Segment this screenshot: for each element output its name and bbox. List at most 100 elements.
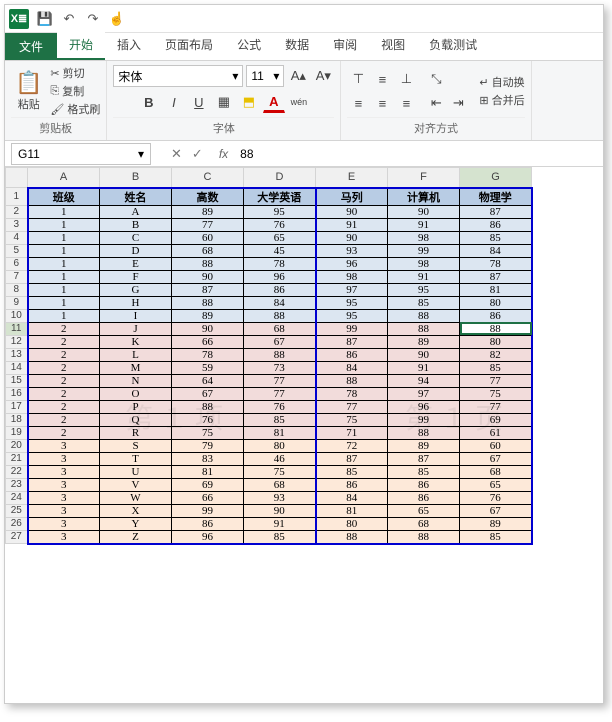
- cell[interactable]: 90: [316, 231, 388, 244]
- formula-bar[interactable]: 88: [236, 147, 603, 161]
- column-header[interactable]: B: [100, 168, 172, 188]
- cell[interactable]: 3: [28, 517, 100, 530]
- cell[interactable]: 97: [316, 283, 388, 296]
- cell[interactable]: S: [100, 439, 172, 452]
- cell[interactable]: N: [100, 374, 172, 387]
- cell[interactable]: 1: [28, 205, 100, 218]
- align-right-button[interactable]: ≡: [395, 92, 417, 114]
- name-box[interactable]: G11▾: [11, 143, 151, 165]
- undo-icon[interactable]: ↶: [61, 11, 77, 27]
- cell[interactable]: 2: [28, 348, 100, 361]
- cell[interactable]: 89: [388, 439, 460, 452]
- column-header[interactable]: F: [388, 168, 460, 188]
- cell[interactable]: A: [100, 205, 172, 218]
- cell[interactable]: 98: [388, 231, 460, 244]
- tab-file[interactable]: 文件: [5, 33, 57, 60]
- cell[interactable]: R: [100, 426, 172, 439]
- cell[interactable]: 95: [244, 205, 316, 218]
- row-header[interactable]: 19: [6, 426, 28, 439]
- cell[interactable]: 87: [460, 205, 532, 218]
- tab-插入[interactable]: 插入: [105, 31, 153, 60]
- cell[interactable]: 64: [172, 374, 244, 387]
- cell[interactable]: 87: [316, 452, 388, 465]
- cell[interactable]: 87: [460, 270, 532, 283]
- cell[interactable]: 61: [460, 426, 532, 439]
- cell[interactable]: 68: [388, 517, 460, 530]
- cell[interactable]: 75: [460, 387, 532, 400]
- cell[interactable]: 99: [388, 413, 460, 426]
- cell[interactable]: 88: [388, 530, 460, 544]
- cell[interactable]: D: [100, 244, 172, 257]
- row-header[interactable]: 16: [6, 387, 28, 400]
- cell[interactable]: 96: [388, 400, 460, 413]
- tab-页面布局[interactable]: 页面布局: [153, 31, 225, 60]
- cell[interactable]: 84: [244, 296, 316, 309]
- cell[interactable]: 67: [460, 504, 532, 517]
- cell[interactable]: 81: [316, 504, 388, 517]
- cell[interactable]: 46: [244, 452, 316, 465]
- cell[interactable]: 68: [244, 322, 316, 335]
- align-bottom-button[interactable]: ⊥: [395, 68, 417, 90]
- select-all-corner[interactable]: [6, 168, 28, 188]
- cell[interactable]: 3: [28, 504, 100, 517]
- column-header[interactable]: G: [460, 168, 532, 188]
- cell[interactable]: 65: [388, 504, 460, 517]
- cell[interactable]: 86: [388, 478, 460, 491]
- cell[interactable]: 88: [388, 426, 460, 439]
- row-header[interactable]: 11: [6, 322, 28, 335]
- row-header[interactable]: 22: [6, 465, 28, 478]
- cell[interactable]: 88: [316, 374, 388, 387]
- header-cell[interactable]: 马列: [316, 188, 388, 206]
- row-header[interactable]: 17: [6, 400, 28, 413]
- header-cell[interactable]: 物理学: [460, 188, 532, 206]
- cell[interactable]: 1: [28, 257, 100, 270]
- cell[interactable]: 96: [316, 257, 388, 270]
- cell[interactable]: 3: [28, 452, 100, 465]
- cell[interactable]: 77: [460, 400, 532, 413]
- tab-数据[interactable]: 数据: [273, 31, 321, 60]
- cell[interactable]: 71: [316, 426, 388, 439]
- cell[interactable]: 93: [316, 244, 388, 257]
- align-left-button[interactable]: ≡: [347, 92, 369, 114]
- cell[interactable]: 88: [172, 400, 244, 413]
- cell[interactable]: Y: [100, 517, 172, 530]
- cell[interactable]: 91: [388, 218, 460, 231]
- cell[interactable]: 3: [28, 530, 100, 544]
- column-header[interactable]: C: [172, 168, 244, 188]
- row-header[interactable]: 6: [6, 257, 28, 270]
- cell[interactable]: 1: [28, 283, 100, 296]
- cell[interactable]: 99: [172, 504, 244, 517]
- cell[interactable]: 89: [460, 517, 532, 530]
- cell[interactable]: 59: [172, 361, 244, 374]
- cell[interactable]: C: [100, 231, 172, 244]
- cell[interactable]: 82: [460, 348, 532, 361]
- cell[interactable]: 83: [172, 452, 244, 465]
- header-cell[interactable]: 姓名: [100, 188, 172, 206]
- cell[interactable]: 68: [244, 478, 316, 491]
- cell[interactable]: 65: [460, 478, 532, 491]
- align-middle-button[interactable]: ≡: [371, 68, 393, 90]
- cell[interactable]: 89: [172, 205, 244, 218]
- cell[interactable]: 2: [28, 335, 100, 348]
- cell[interactable]: 67: [460, 452, 532, 465]
- cell[interactable]: 78: [316, 387, 388, 400]
- cell[interactable]: 65: [244, 231, 316, 244]
- cell[interactable]: 95: [388, 283, 460, 296]
- cell[interactable]: 84: [316, 491, 388, 504]
- cell[interactable]: 89: [172, 309, 244, 322]
- cell[interactable]: 75: [244, 465, 316, 478]
- cell[interactable]: 2: [28, 426, 100, 439]
- orientation-button[interactable]: ⤡: [425, 68, 447, 90]
- row-header[interactable]: 25: [6, 504, 28, 517]
- cell[interactable]: I: [100, 309, 172, 322]
- merge-cells-button[interactable]: ⊞合并后: [479, 92, 524, 108]
- cell[interactable]: 2: [28, 413, 100, 426]
- cell[interactable]: 95: [316, 309, 388, 322]
- underline-button[interactable]: U: [188, 91, 210, 113]
- paste-button[interactable]: 📋 粘贴: [11, 68, 46, 114]
- cell[interactable]: 78: [244, 257, 316, 270]
- row-header[interactable]: 20: [6, 439, 28, 452]
- cell[interactable]: 3: [28, 478, 100, 491]
- cell[interactable]: 88: [460, 322, 532, 335]
- cell[interactable]: 88: [172, 296, 244, 309]
